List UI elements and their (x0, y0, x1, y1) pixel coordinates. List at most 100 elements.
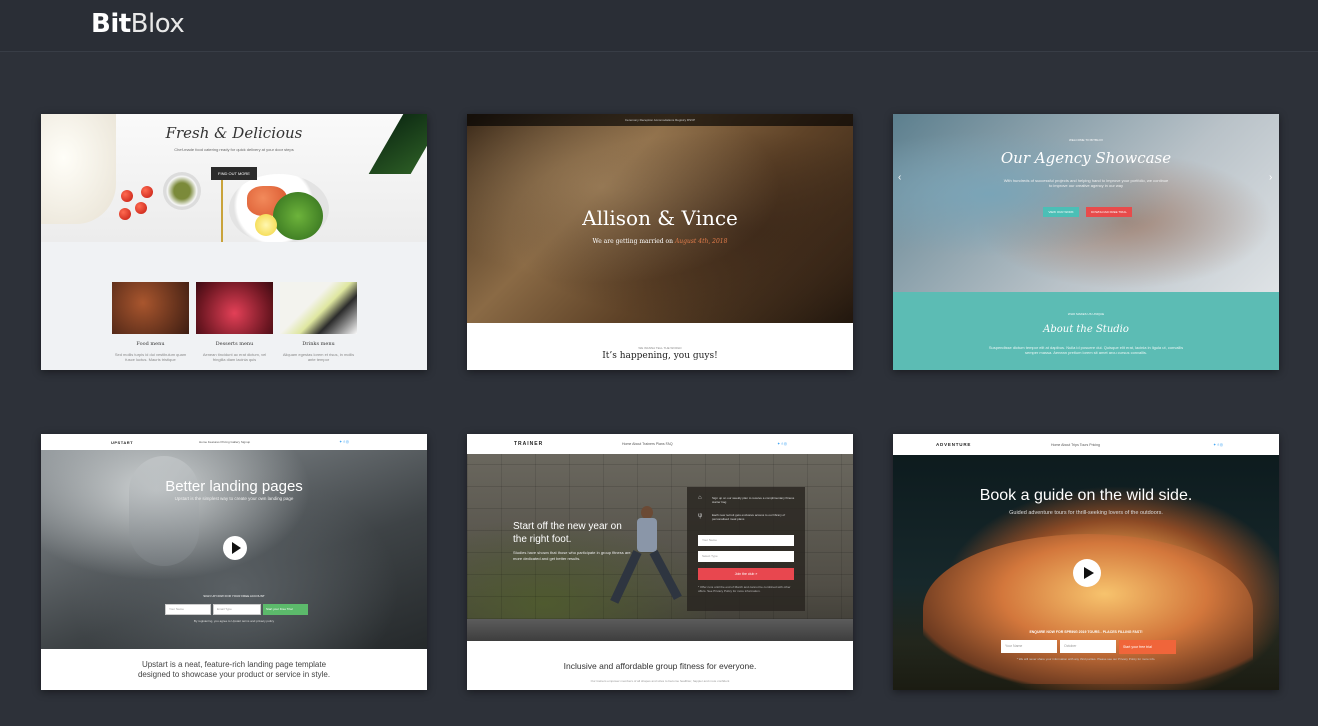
upstart-disclaimer: By registering, you agree to Upstart ter… (193, 619, 275, 623)
bitblox-logo[interactable]: BitBlox (91, 9, 185, 39)
adventure-month-value: October (1064, 644, 1077, 648)
start-free-trial-label: Start your free trial (1123, 645, 1152, 649)
trainer-form-note: * Offer runs until the end of March and … (698, 585, 791, 593)
upstart-nav-links[interactable]: Home Features Pricing Gallery Signup (199, 440, 250, 444)
template-card-agency[interactable]: WELCOME TO BITBLOX Our Agency Showcase W… (893, 114, 1279, 370)
desserts-menu-desc: Aenean tincidunt ac erat dictum, vel fri… (202, 352, 267, 362)
food-menu-label: Food menu (136, 341, 165, 347)
trainer-type-placeholder: Select Type (702, 554, 718, 558)
about-studio-description: Suspendisse dictum tempor elit at dapibu… (988, 345, 1184, 355)
logo-light-text: Blox (130, 9, 185, 39)
upstart-brand[interactable]: UPSTART (111, 440, 133, 445)
agency-title: Our Agency Showcase (1000, 149, 1172, 167)
wedding-date: August 4th, 2018 (674, 238, 728, 245)
food-menu-desc: Sed mollis turpis id dui vestibulum quam… (114, 352, 187, 362)
start-free-trial-button[interactable]: Start your free trial (1119, 640, 1176, 654)
wedding-nav-links[interactable]: Ceremony Reception Accomodations Registr… (467, 118, 853, 122)
adventure-social-icons[interactable]: ✦ f ◎ (1213, 442, 1223, 447)
fork-image (221, 172, 223, 242)
play-video-icon[interactable] (1073, 559, 1101, 587)
glowing-tent-image (923, 534, 1253, 684)
trainer-social-icons[interactable]: ✦ f ◎ (777, 441, 787, 446)
trainer-brand[interactable]: TRAINER (514, 441, 543, 447)
adventure-subheadline: Guided adventure tours for thrill-seekin… (1009, 510, 1163, 516)
trainer-name-input[interactable]: Your Name (698, 535, 794, 546)
bag-icon: ⌂ (698, 495, 702, 501)
upstart-name-input[interactable]: Your Name (165, 604, 211, 615)
tomato-image (119, 208, 131, 220)
couple-names: Allison & Vince (582, 206, 738, 230)
slider-prev-arrow-icon[interactable]: ‹ (898, 172, 901, 183)
top-bar: BitBlox (0, 0, 1318, 52)
food-menu-thumbnail[interactable] (112, 282, 189, 334)
adventure-form-title: ENQUIRE NOW FOR SPRING 2019 TOURS - PLAC… (1029, 630, 1143, 634)
template-card-trainer[interactable]: TRAINER Home About Trainers Plans FAQ ✦ … (467, 434, 853, 690)
trainer-tagline-sub: Our trainers empower members of all shap… (590, 679, 730, 683)
about-studio-title: About the Studio (1043, 324, 1129, 335)
adventure-nav-links[interactable]: Home About Trips Tours Pricing (1051, 443, 1100, 447)
template-card-wedding[interactable]: Ceremony Reception Accomodations Registr… (467, 114, 853, 370)
view-our-work-label: VIEW OUR WORK (1048, 210, 1074, 214)
upstart-description: Upstart is a neat, feature-rich landing … (41, 660, 427, 680)
adventure-month-select[interactable]: October (1060, 640, 1116, 653)
adventure-brand[interactable]: ADVENTURE (936, 442, 971, 447)
logo-bold-text: Bit (91, 9, 131, 39)
upstart-name-placeholder: Your Name (169, 607, 184, 611)
trainer-form-text-2: Each new recruit gets exclusive access t… (712, 513, 786, 521)
template-card-adventure[interactable]: ADVENTURE Home About Trips Tours Pricing… (893, 434, 1279, 690)
upstart-subheadline: Upstart is the simplest way to create yo… (174, 496, 294, 501)
slider-next-arrow-icon[interactable]: › (1269, 172, 1272, 183)
upstart-description-line-1: Upstart is a neat, feature-rich landing … (141, 660, 327, 669)
drinks-menu-thumbnail[interactable] (280, 282, 357, 334)
desserts-menu-thumbnail[interactable] (196, 282, 273, 334)
trainer-nav-links[interactable]: Home About Trainers Plans FAQ (622, 442, 673, 446)
upstart-description-line-2: designed to showcase your product or ser… (137, 670, 331, 679)
upstart-social-icons[interactable]: ✦ f ◎ (339, 439, 349, 444)
find-out-more-button[interactable]: FIND OUT MORE (211, 167, 257, 180)
cutlery-icon: ψ (698, 513, 703, 519)
food-subtitle: Chef-made food catering ready for quick … (174, 147, 294, 152)
adventure-name-input[interactable]: Your Name (1001, 640, 1057, 653)
wedding-small-heading: WE WANNA TELL THE WORLD (638, 346, 682, 350)
download-trial-button[interactable]: DOWNLOAD FREE TRIAL (1086, 207, 1132, 217)
about-pre-title: WHO MAKES US UNIQUE (1067, 312, 1105, 316)
trainer-headline: Start off the new year on the right foot… (513, 521, 622, 545)
view-our-work-button[interactable]: VIEW OUR WORK (1043, 207, 1079, 217)
food-title: Fresh & Delicious (165, 124, 303, 142)
trainer-form-text-1: Sign up on our weekly plan to receive a … (712, 496, 795, 504)
desserts-menu-label: Desserts menu (215, 341, 254, 347)
adventure-disclaimer: * We will never share your information w… (1016, 657, 1156, 661)
olives-bowl-image (163, 172, 201, 210)
template-card-food[interactable]: Fresh & Delicious Chef-made food caterin… (41, 114, 427, 370)
trainer-tagline: Inclusive and affordable group fitness f… (563, 661, 757, 671)
tomato-image (141, 186, 153, 198)
join-the-club-label: Join the club » (734, 572, 758, 576)
upstart-free-trial-button[interactable]: Start your Free Trial (263, 604, 308, 615)
download-trial-label: DOWNLOAD FREE TRIAL (1091, 210, 1127, 214)
upstart-type-placeholder: Email Type (217, 607, 232, 611)
runner-body (637, 518, 657, 552)
drinks-menu-label: Drinks menu (302, 341, 335, 347)
play-video-icon[interactable] (223, 536, 247, 560)
trainer-type-select[interactable]: Select Type (698, 551, 794, 562)
trainer-subheadline: Studies have shown that those who partic… (513, 550, 631, 561)
tomato-image (135, 202, 147, 214)
runner-image (610, 506, 682, 626)
upstart-type-select[interactable]: Email Type (213, 604, 261, 615)
upstart-free-trial-label: Start your Free Trial (266, 607, 293, 611)
agency-pre-title: WELCOME TO BITBLOX (1069, 138, 1103, 142)
drinks-menu-desc: Aliquam egestas lorem et risus, in molli… (282, 352, 355, 362)
agency-description: With hundreds of successful projects and… (1003, 178, 1169, 188)
join-the-club-button[interactable]: Join the club » (698, 568, 794, 580)
wedding-date-line: We are getting married on August 4th, 20… (467, 238, 853, 245)
wedding-headline: It’s happening, you guys! (602, 351, 718, 361)
adventure-name-placeholder: Your Name (1005, 644, 1023, 648)
upstart-headline: Better landing pages (165, 478, 303, 495)
trainer-name-placeholder: Your Name (702, 538, 717, 542)
wedding-date-prefix: We are getting married on (592, 238, 674, 245)
upstart-form-title: SIGN UP NOW FOR YOUR FREE ACCOUNT (203, 594, 265, 598)
template-card-upstart[interactable]: UPSTART Home Features Pricing Gallery Si… (41, 434, 427, 690)
salad-image (273, 192, 323, 240)
adventure-headline: Book a guide on the wild side. (979, 487, 1193, 504)
tomato-image (121, 190, 133, 202)
